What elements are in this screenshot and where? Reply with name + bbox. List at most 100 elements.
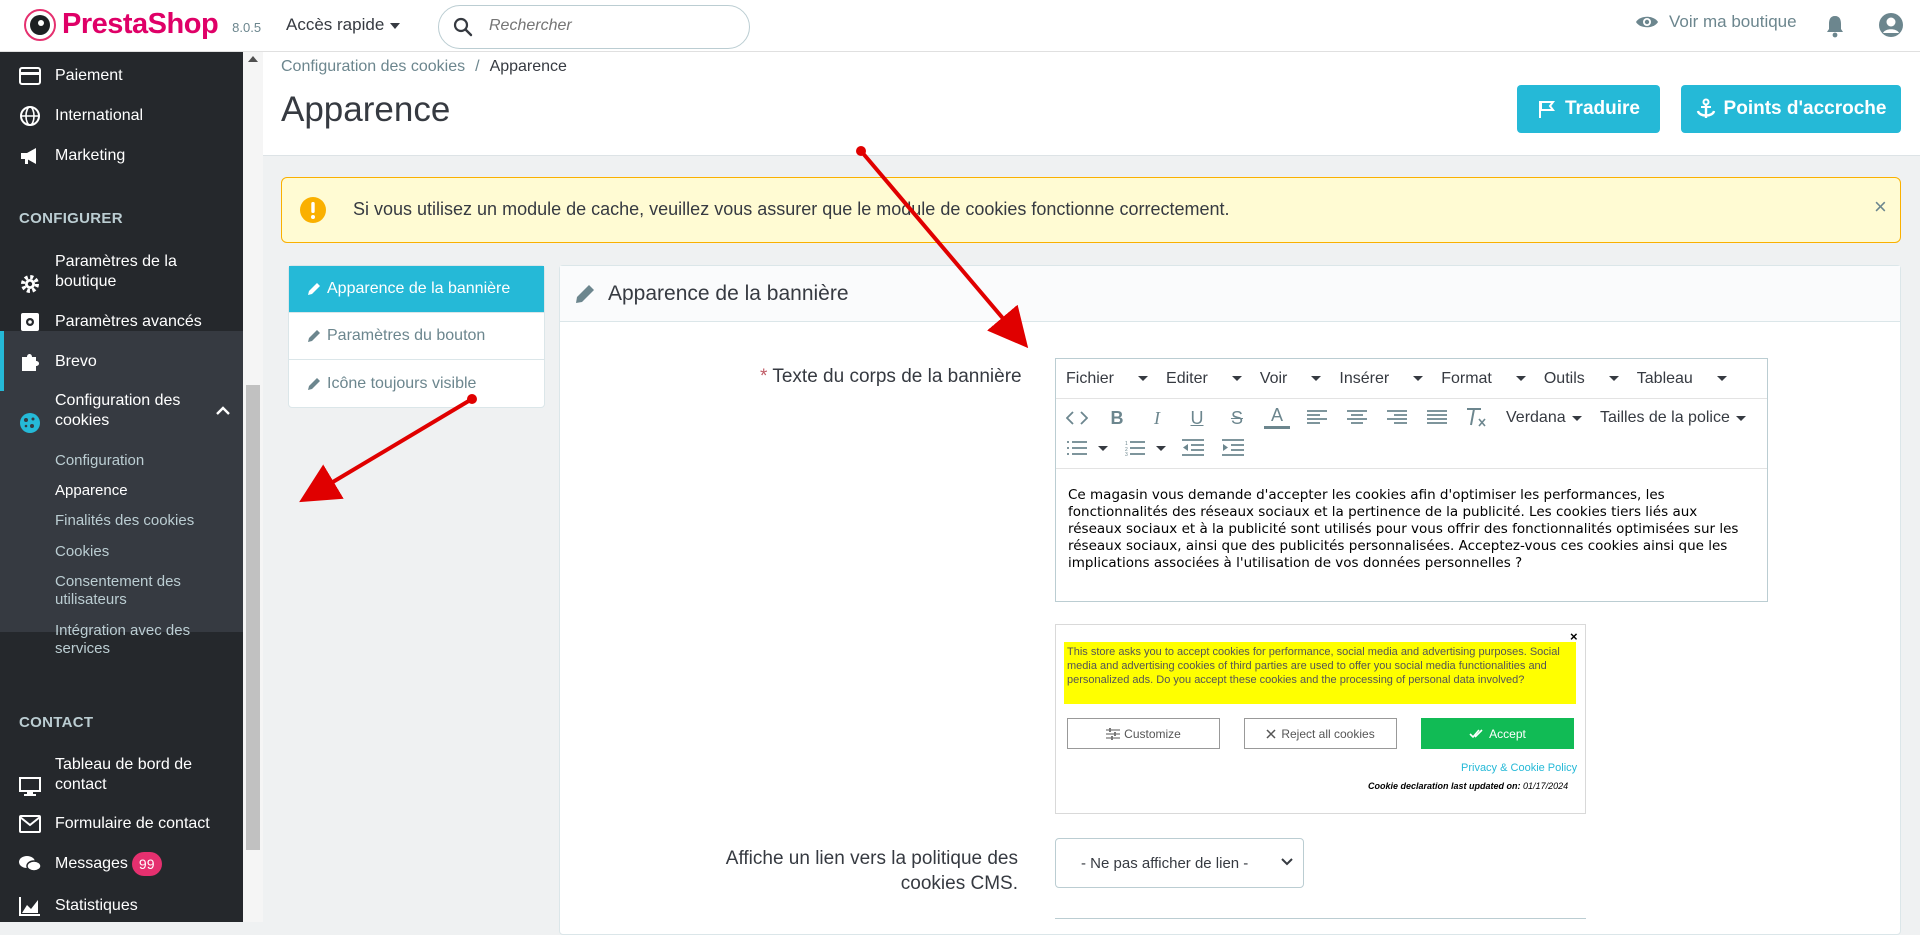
sidebar-item-international[interactable]: International bbox=[0, 104, 243, 128]
notifications-bell-icon[interactable] bbox=[1825, 14, 1845, 43]
menu-voir[interactable]: Voir bbox=[1260, 370, 1322, 388]
cms-link-select[interactable]: - Ne pas afficher de lien - bbox=[1055, 838, 1304, 888]
accept-button[interactable]: Accept bbox=[1421, 718, 1574, 749]
clear-format-icon[interactable] bbox=[1464, 405, 1490, 431]
submenu-service-integration[interactable]: Intégration avec des services bbox=[55, 622, 205, 658]
customize-button[interactable]: Customize bbox=[1067, 718, 1220, 749]
view-shop-label: Voir ma boutique bbox=[1669, 12, 1797, 31]
sidebar-item-messages[interactable]: Messages 99 bbox=[0, 852, 243, 876]
hooks-button[interactable]: Points d'accroche bbox=[1681, 85, 1901, 133]
submenu-user-consent[interactable]: Consentement des utilisateurs bbox=[55, 573, 205, 609]
submenu-cookies[interactable]: Cookies bbox=[55, 543, 109, 561]
quick-access-dropdown[interactable]: Accès rapide bbox=[286, 15, 401, 35]
user-account-icon[interactable] bbox=[1878, 12, 1904, 43]
sidebar-item-statistics[interactable]: Statistiques bbox=[0, 894, 243, 918]
sidebar-scrollbar-thumb[interactable] bbox=[246, 385, 260, 850]
prestashop-logo[interactable]: PrestaShop 8.0.5 bbox=[24, 8, 261, 41]
reject-all-button[interactable]: Reject all cookies bbox=[1244, 718, 1397, 749]
menu-tableau[interactable]: Tableau bbox=[1637, 370, 1727, 388]
banner-preview: × This store asks you to accept cookies … bbox=[1055, 624, 1586, 814]
cookie-declaration: Cookie declaration last updated on: 01/1… bbox=[1368, 781, 1568, 791]
sidebar-item-label: Statistiques bbox=[55, 897, 138, 914]
search-icon[interactable] bbox=[453, 17, 473, 42]
tab-button-settings[interactable]: Paramètres du bouton bbox=[289, 313, 544, 360]
caret-down-icon bbox=[1413, 376, 1424, 381]
sidebar-item-advanced-parameters[interactable]: Paramètres avancés bbox=[0, 310, 243, 334]
sidebar-item-paiement[interactable]: Paiement bbox=[0, 64, 243, 88]
sidebar-item-label: International bbox=[55, 107, 144, 124]
translate-button[interactable]: Traduire bbox=[1517, 85, 1660, 133]
settings-tabs: Apparence de la bannière Paramètres du b… bbox=[288, 265, 545, 408]
caret-down-icon bbox=[1138, 376, 1149, 381]
editor-content[interactable]: Ce magasin vous demande d'accepter les c… bbox=[1056, 469, 1767, 590]
caret-down-icon bbox=[1735, 415, 1746, 421]
sidebar-item-brevo[interactable]: Brevo bbox=[0, 350, 243, 374]
submenu-apparence[interactable]: Apparence bbox=[55, 482, 128, 500]
sliders-icon bbox=[1106, 727, 1121, 740]
align-right-icon[interactable] bbox=[1384, 405, 1410, 431]
sidebar-item-marketing[interactable]: Marketing bbox=[0, 144, 243, 168]
sidebar-item-shop-parameters[interactable]: Paramètres de la boutique bbox=[0, 252, 243, 293]
sidebar-item-contact-form[interactable]: Formulaire de contact bbox=[0, 812, 243, 836]
menu-label: Outils bbox=[1543, 369, 1585, 387]
settings-box-icon bbox=[18, 310, 42, 334]
puffin-logo-icon bbox=[24, 8, 56, 41]
cms-link-select-value: - Ne pas afficher de lien - bbox=[1081, 854, 1249, 872]
breadcrumb-link-cookie-config[interactable]: Configuration des cookies bbox=[281, 58, 465, 75]
caret-down-icon[interactable] bbox=[1090, 435, 1116, 461]
sidebar-item-contact-dashboard[interactable]: Tableau de bord de contact bbox=[0, 755, 243, 796]
numbered-list-icon[interactable]: 123 bbox=[1122, 435, 1148, 461]
menu-format[interactable]: Format bbox=[1441, 370, 1526, 388]
search-input[interactable] bbox=[487, 16, 727, 36]
menu-label: Format bbox=[1441, 369, 1492, 387]
accept-label: Accept bbox=[1489, 726, 1526, 741]
font-size-dropdown[interactable]: Tailles de la police bbox=[1600, 409, 1746, 427]
menu-editer[interactable]: Editer bbox=[1166, 370, 1242, 388]
caret-down-icon bbox=[1571, 415, 1582, 421]
align-justify-icon[interactable] bbox=[1424, 405, 1450, 431]
close-icon[interactable]: × bbox=[1874, 194, 1887, 220]
gear-icon bbox=[18, 272, 42, 296]
pencil-icon bbox=[308, 377, 320, 390]
tab-always-visible-icon[interactable]: Icône toujours visible bbox=[289, 360, 544, 407]
bold-icon[interactable]: B bbox=[1104, 405, 1130, 431]
customize-label: Customize bbox=[1124, 726, 1181, 741]
privacy-policy-link[interactable]: Privacy & Cookie Policy bbox=[1461, 762, 1577, 774]
caret-down-icon bbox=[390, 22, 401, 29]
underline-icon[interactable]: U bbox=[1184, 405, 1210, 431]
search-box[interactable] bbox=[438, 5, 750, 49]
sidebar-item-label: Paiement bbox=[55, 67, 123, 84]
text-color-icon[interactable]: A bbox=[1264, 405, 1290, 429]
caret-down-icon bbox=[1311, 376, 1322, 381]
submenu-cookie-purposes[interactable]: Finalités des cookies bbox=[55, 512, 194, 530]
panel-title: Apparence de la bannière bbox=[608, 281, 849, 305]
caret-down-icon[interactable] bbox=[1148, 435, 1174, 461]
menu-fichier[interactable]: Fichier bbox=[1066, 370, 1149, 388]
view-shop-link[interactable]: Voir ma boutique bbox=[1635, 12, 1797, 32]
outdent-icon[interactable] bbox=[1180, 435, 1206, 461]
bullet-list-icon[interactable] bbox=[1064, 435, 1090, 461]
preview-banner-text: This store asks you to accept cookies fo… bbox=[1064, 642, 1576, 704]
page-title: Apparence bbox=[281, 90, 451, 129]
sidebar-item-label: Configuration des cookies bbox=[55, 392, 181, 429]
font-family-dropdown[interactable]: Verdana bbox=[1506, 409, 1582, 427]
indent-icon[interactable] bbox=[1220, 435, 1246, 461]
chevron-up-icon[interactable] bbox=[216, 403, 230, 421]
submenu-configuration[interactable]: Configuration bbox=[55, 452, 144, 470]
strikethrough-icon[interactable]: S bbox=[1224, 405, 1250, 431]
rich-text-editor[interactable]: Fichier Editer Voir Insérer Format Outil… bbox=[1055, 358, 1768, 602]
align-center-icon[interactable] bbox=[1344, 405, 1370, 431]
source-code-icon[interactable] bbox=[1064, 405, 1090, 431]
align-left-icon[interactable] bbox=[1304, 405, 1330, 431]
menu-outils[interactable]: Outils bbox=[1544, 370, 1619, 388]
sidebar-item-cookie-config[interactable]: Configuration des cookies bbox=[0, 391, 243, 433]
scroll-up-arrow-icon[interactable] bbox=[248, 56, 258, 62]
menu-inserer[interactable]: Insérer bbox=[1339, 370, 1424, 388]
monitor-icon bbox=[18, 775, 42, 799]
menu-label: Voir bbox=[1259, 369, 1288, 387]
declaration-label: Cookie declaration last updated on: bbox=[1368, 781, 1521, 791]
italic-icon[interactable]: I bbox=[1144, 405, 1170, 431]
tab-banner-appearance[interactable]: Apparence de la bannière bbox=[289, 266, 544, 313]
caret-down-icon bbox=[1515, 376, 1526, 381]
version-label: 8.0.5 bbox=[232, 20, 262, 35]
